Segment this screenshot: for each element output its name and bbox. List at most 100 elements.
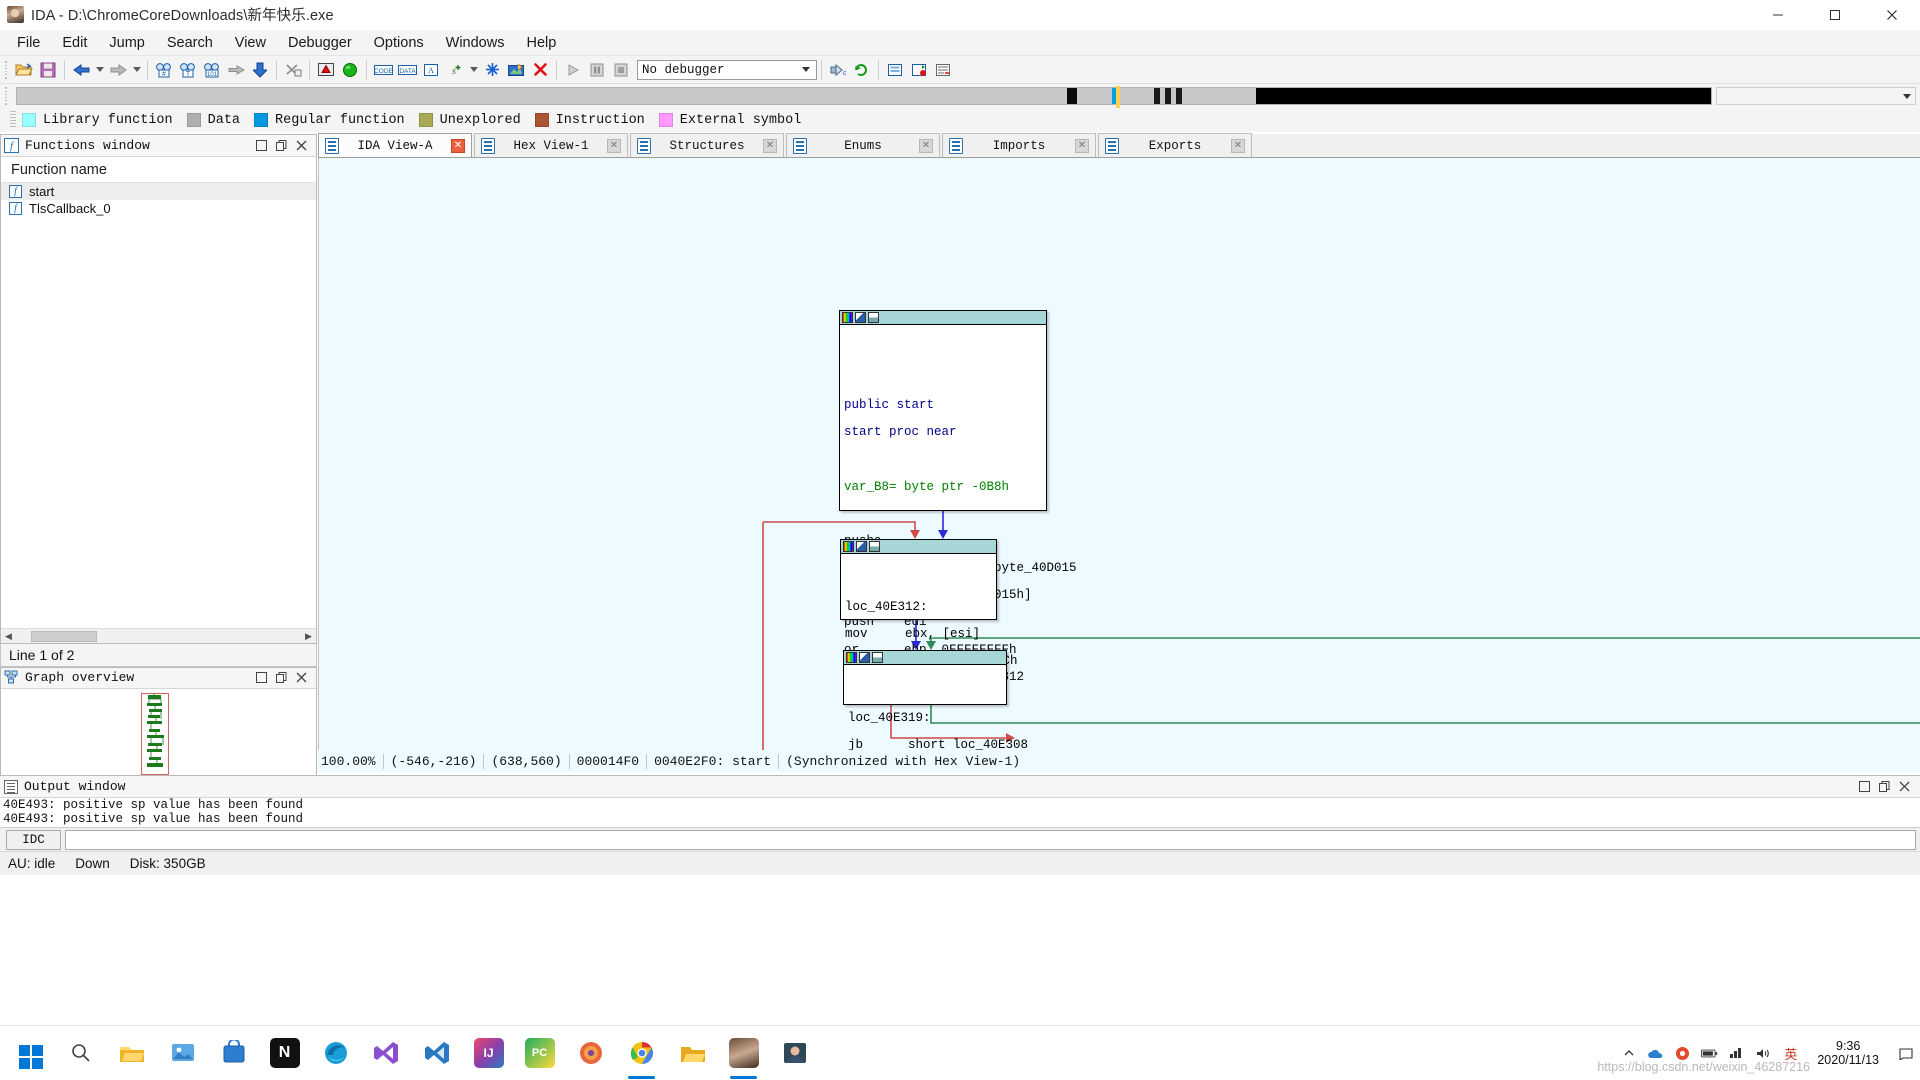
ida-graph-view[interactable]: public start start proc near var_B8= byt… (318, 158, 1920, 750)
idc-mode-button[interactable]: IDC (6, 830, 61, 850)
block-color-icon[interactable] (842, 312, 853, 323)
menu-options[interactable]: Options (363, 32, 435, 54)
menu-help[interactable]: Help (515, 32, 567, 54)
block-edit-icon[interactable] (856, 541, 867, 552)
tab-imports[interactable]: Imports ✕ (942, 133, 1096, 157)
minimize-button[interactable] (1749, 0, 1806, 30)
make-array-icon[interactable] (480, 58, 504, 82)
navigate-back-icon[interactable] (69, 58, 93, 82)
media-player-icon[interactable] (769, 1026, 820, 1080)
block-color-icon[interactable] (846, 652, 857, 663)
volume-icon[interactable] (1755, 1045, 1772, 1062)
menu-view[interactable]: View (224, 32, 277, 54)
functions-horizontal-scrollbar[interactable]: ◀ ▶ (1, 628, 316, 643)
block-edit-icon[interactable] (855, 312, 866, 323)
search-immediate-icon[interactable]: 101 (200, 58, 224, 82)
debugger-options-icon[interactable]: c (826, 58, 850, 82)
block-layout-icon[interactable] (872, 652, 883, 663)
make-struct-dropdown-icon[interactable] (467, 58, 480, 82)
open-file-icon[interactable] (12, 58, 36, 82)
action-center-icon[interactable] (1897, 1045, 1914, 1062)
debug-pause-icon[interactable] (585, 58, 609, 82)
edge-icon[interactable] (310, 1026, 361, 1080)
show-hidden-icons-icon[interactable] (1620, 1045, 1637, 1062)
scroll-right-icon[interactable]: ▶ (301, 629, 316, 644)
firefox-icon[interactable] (565, 1026, 616, 1080)
block-edit-icon[interactable] (859, 652, 870, 663)
scrollbar-thumb[interactable] (31, 631, 97, 642)
tab-exports[interactable]: Exports ✕ (1098, 133, 1252, 157)
tab-close-icon[interactable]: ✕ (763, 139, 777, 153)
functions-window-restore-button[interactable] (255, 139, 268, 152)
functions-list[interactable]: f start f TlsCallback_0 (1, 183, 316, 628)
make-struct-icon[interactable]: s (443, 58, 467, 82)
battery-icon[interactable] (1701, 1045, 1718, 1062)
run-to-cursor-icon[interactable] (338, 58, 362, 82)
graph-overview-restore-button[interactable] (255, 671, 268, 684)
network-icon[interactable] (1728, 1045, 1745, 1062)
scroll-left-icon[interactable]: ◀ (1, 629, 16, 644)
undefine-icon[interactable] (528, 58, 552, 82)
ime-icon[interactable]: 英 (1782, 1045, 1799, 1062)
list-item[interactable]: f TlsCallback_0 (1, 200, 316, 217)
functions-window-float-button[interactable] (275, 139, 288, 152)
tab-close-icon[interactable]: ✕ (919, 139, 933, 153)
navband-grip[interactable] (3, 86, 9, 106)
menu-windows[interactable]: Windows (435, 32, 516, 54)
store-icon[interactable] (208, 1026, 259, 1080)
intellij-idea-icon[interactable]: IJ (463, 1026, 514, 1080)
graph-block-start[interactable]: public start start proc near var_B8= byt… (839, 310, 1047, 511)
make-code-icon[interactable]: CODE (371, 58, 395, 82)
tab-close-icon[interactable]: ✕ (1075, 139, 1089, 153)
output-window-log[interactable]: 40E493: positive sp value has been found… (0, 798, 1920, 828)
menu-search[interactable]: Search (156, 32, 224, 54)
block-layout-icon[interactable] (869, 541, 880, 552)
jump-down-icon[interactable] (248, 58, 272, 82)
make-ascii-icon[interactable]: A (419, 58, 443, 82)
chevron-down-icon[interactable] (798, 61, 814, 79)
maximize-button[interactable] (1806, 0, 1863, 30)
block-color-icon[interactable] (843, 541, 854, 552)
debugger-refresh-icon[interactable] (850, 58, 874, 82)
functions-column-header[interactable]: Function name (1, 157, 316, 183)
output-window-float-button[interactable] (1878, 780, 1891, 793)
search-text-icon[interactable]: T (176, 58, 200, 82)
navigate-forward-dropdown-icon[interactable] (130, 58, 143, 82)
start-button[interactable] (0, 1026, 55, 1080)
graph-overview-float-button[interactable] (275, 671, 288, 684)
pycharm-icon[interactable]: PC (514, 1026, 565, 1080)
photos-icon[interactable] (157, 1026, 208, 1080)
navigation-band[interactable] (16, 87, 1712, 105)
debug-run-icon[interactable] (561, 58, 585, 82)
edit-function-icon[interactable] (504, 58, 528, 82)
search-icon[interactable] (55, 1026, 106, 1080)
idc-command-input[interactable] (65, 830, 1916, 850)
ida-taskbar-icon[interactable] (718, 1026, 769, 1080)
search-hex-icon[interactable]: # (152, 58, 176, 82)
output-window-restore-button[interactable] (1858, 780, 1871, 793)
debug-stop-icon[interactable] (609, 58, 633, 82)
navband-address-combo[interactable] (1716, 87, 1916, 105)
legend-grip[interactable] (10, 111, 16, 129)
breakpoints-icon[interactable] (907, 58, 931, 82)
onedrive-icon[interactable] (1647, 1045, 1664, 1062)
notion-icon[interactable]: N (259, 1026, 310, 1080)
graph-overview-close-button[interactable] (295, 671, 308, 684)
graph-overview-canvas[interactable] (1, 689, 316, 775)
menu-debugger[interactable]: Debugger (277, 32, 363, 54)
file-manager-icon[interactable] (667, 1026, 718, 1080)
debugger-select[interactable]: No debugger (637, 60, 817, 80)
open-subviews-icon[interactable] (883, 58, 907, 82)
tab-structures[interactable]: Structures ✕ (630, 133, 784, 157)
block-layout-icon[interactable] (868, 312, 879, 323)
navigate-back-dropdown-icon[interactable] (93, 58, 106, 82)
vscode-icon[interactable] (412, 1026, 463, 1080)
toolbar-grip[interactable] (3, 60, 9, 80)
output-window-close-button[interactable] (1898, 780, 1911, 793)
graph-overview-viewport[interactable] (141, 693, 169, 775)
close-button[interactable] (1863, 0, 1920, 30)
navigate-forward-icon[interactable] (106, 58, 130, 82)
save-file-icon[interactable] (36, 58, 60, 82)
graph-block-loc-40E319[interactable]: loc_40E319: jb short loc_40E308 (843, 650, 1007, 705)
menu-jump[interactable]: Jump (98, 32, 155, 54)
